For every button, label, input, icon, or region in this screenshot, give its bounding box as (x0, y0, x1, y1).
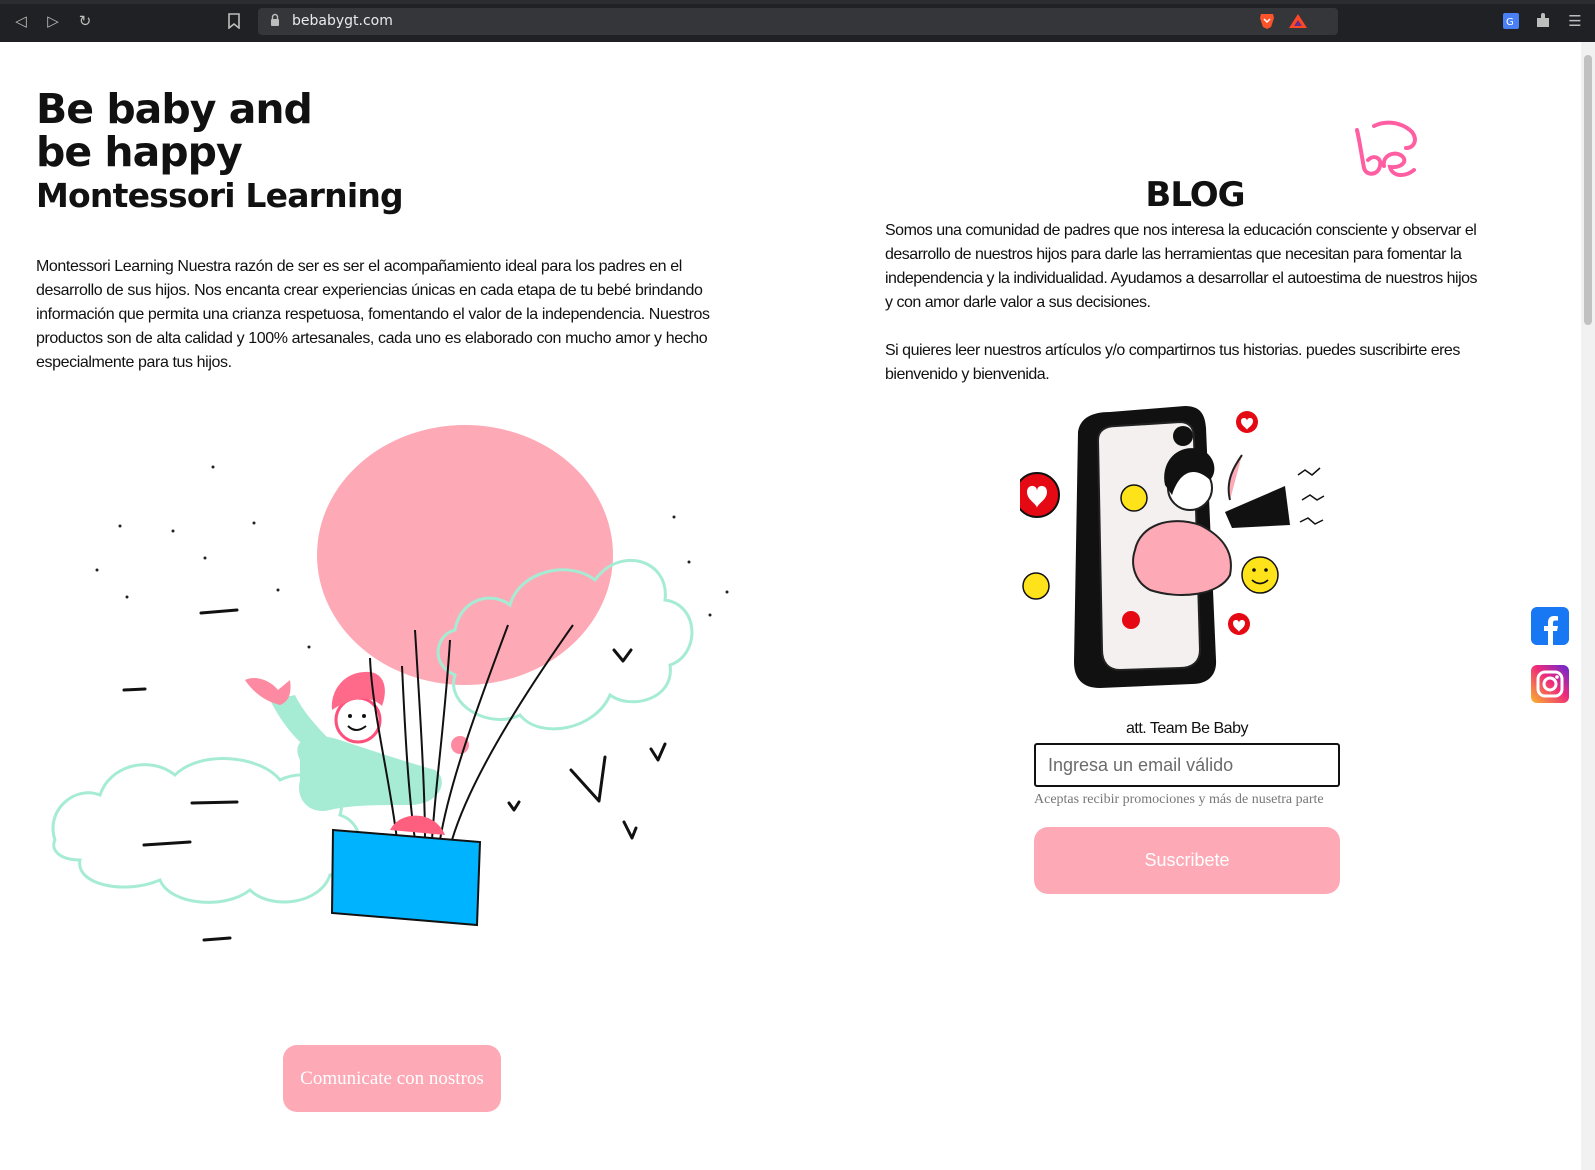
scrollbar-thumb[interactable] (1584, 55, 1592, 325)
blog-description: Somos una comunidad de padres que nos in… (885, 219, 1485, 387)
subscribe-button[interactable]: Suscribete (1034, 827, 1340, 894)
browser-toolbar: ◁ ▷ ↻ bebabygt.com G ☰ (0, 0, 1595, 42)
address-bar[interactable]: bebabygt.com (258, 8, 1338, 35)
hero-title: Be baby and be happy (36, 85, 313, 176)
forward-icon[interactable]: ▷ (42, 10, 64, 32)
url-text: bebabygt.com (292, 13, 393, 29)
translate-icon[interactable]: G (1502, 12, 1520, 30)
hot-air-balloon-illustration (51, 425, 729, 942)
svg-text:G: G (1506, 17, 1514, 28)
reload-icon[interactable]: ↻ (74, 10, 96, 32)
instagram-glyph (1536, 670, 1564, 698)
hero-title-line1: Be baby and (36, 85, 313, 133)
be-baby-logo (1355, 120, 1417, 177)
back-icon[interactable]: ◁ (10, 10, 32, 32)
lock-icon (271, 13, 279, 26)
blog-paragraph-2: Si quieres leer nuestros artículos y/o c… (885, 342, 1460, 383)
facebook-glyph (1544, 616, 1558, 645)
extensions-icon[interactable] (1534, 12, 1552, 30)
phone-megaphone-illustration (1020, 406, 1325, 688)
contact-button[interactable]: Comunicate con nostros (283, 1045, 501, 1112)
facebook-icon[interactable] (1531, 607, 1569, 645)
intro-paragraph: Montessori Learning Nuestra razón de ser… (36, 258, 710, 371)
consent-text: Aceptas recibir promociones y más de nus… (1034, 792, 1324, 807)
hero-title-line2: be happy (36, 128, 243, 176)
hero-subtitle: Montessori Learning (36, 176, 404, 215)
menu-icon[interactable]: ☰ (1564, 10, 1586, 32)
bookmark-icon[interactable] (228, 13, 240, 29)
tab-strip (0, 0, 1595, 4)
email-field[interactable] (1034, 743, 1340, 787)
blog-title: BLOG (1145, 175, 1245, 215)
instagram-icon[interactable] (1531, 665, 1569, 703)
blog-paragraph-1: Somos una comunidad de padres que nos in… (885, 222, 1478, 311)
blog-signature: att. Team Be Baby (1126, 720, 1248, 737)
brave-rewards-icon[interactable] (1288, 12, 1308, 30)
brave-shield-icon[interactable] (1258, 12, 1276, 30)
